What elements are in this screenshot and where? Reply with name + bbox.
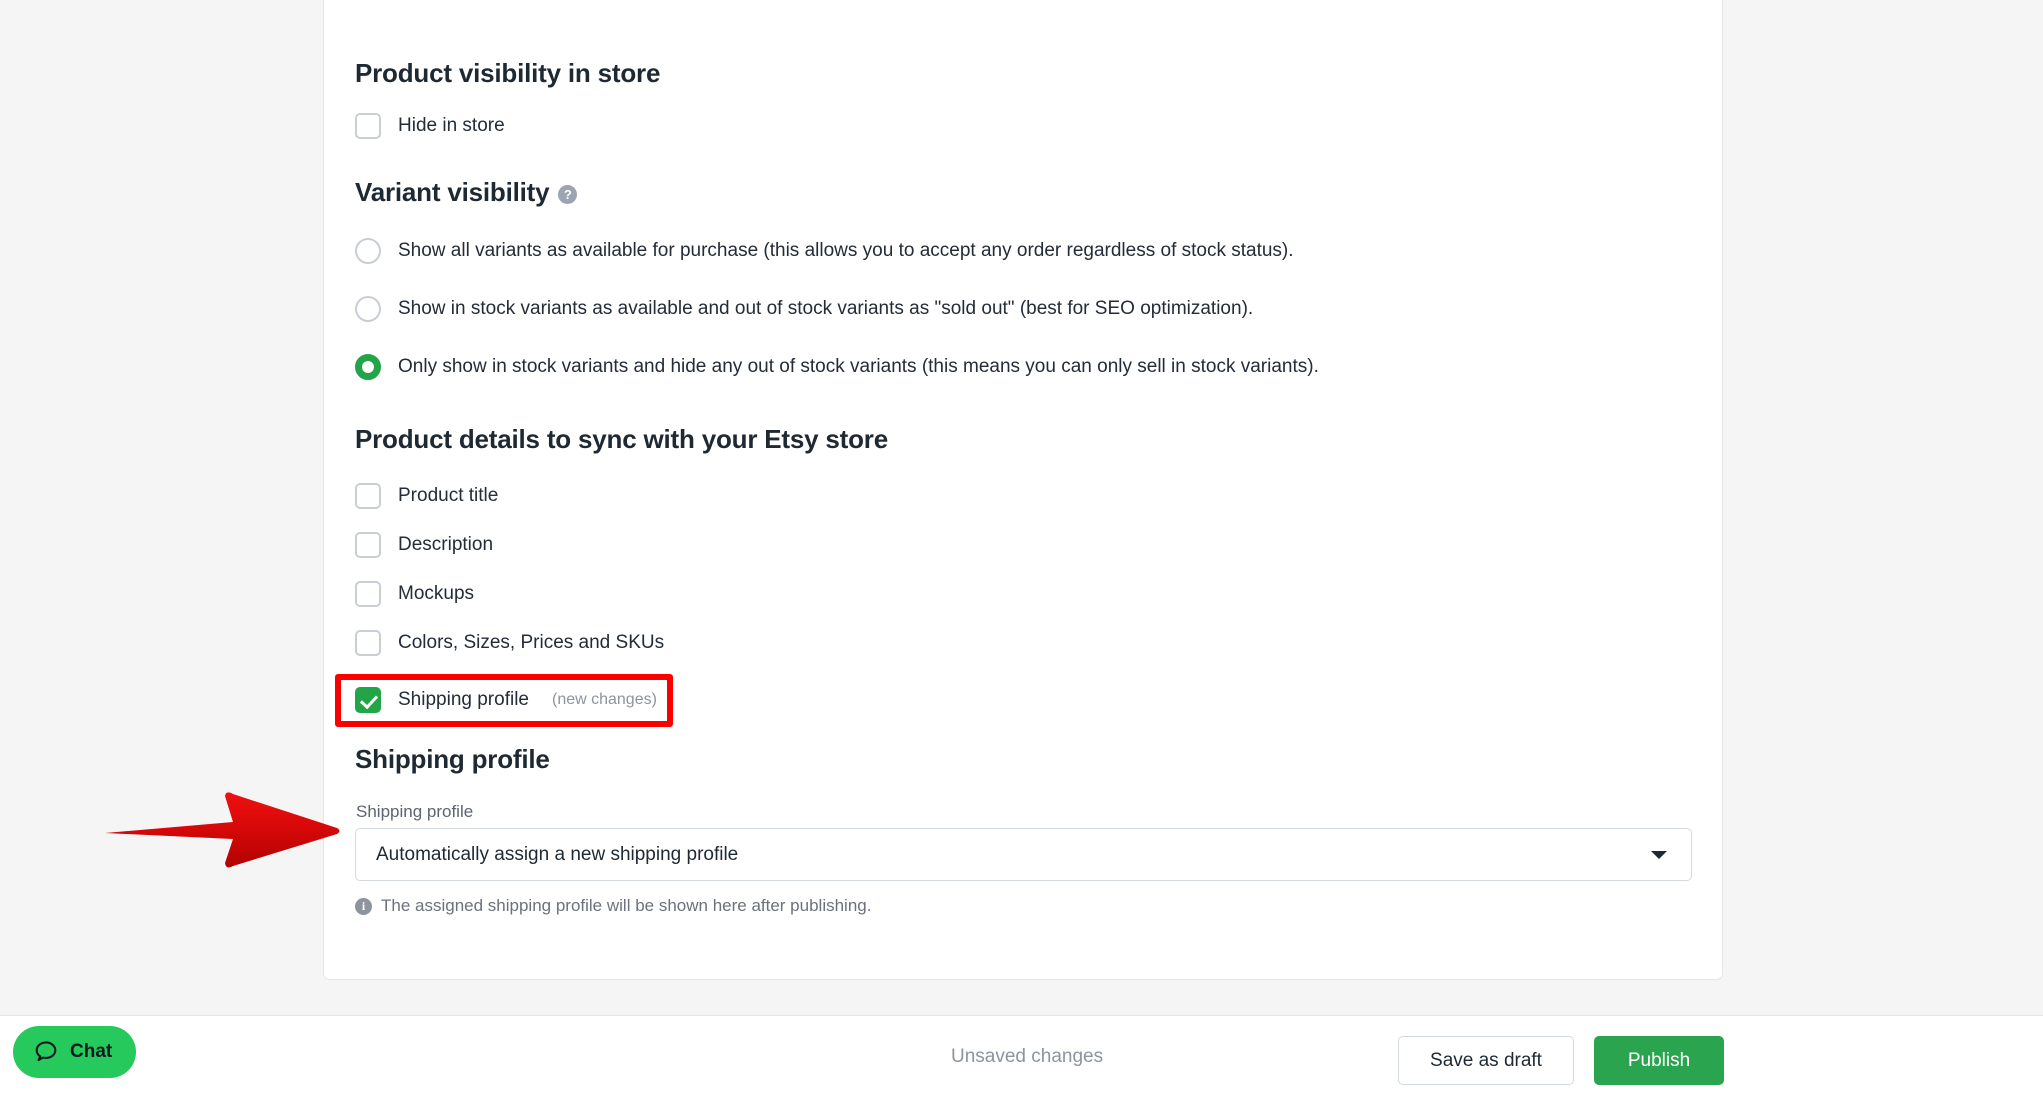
shipping-profile-select[interactable]: Automatically assign a new shipping prof… (355, 828, 1692, 881)
sync-details-heading: Product details to sync with your Etsy s… (355, 424, 888, 454)
variant-visibility-heading: Variant visibility (355, 177, 550, 207)
show-all-variants-radio[interactable] (355, 238, 381, 264)
chat-bubble-icon (35, 1041, 57, 1062)
mockups-label: Mockups (398, 583, 475, 604)
description-checkbox[interactable] (355, 532, 381, 558)
colors-sizes-prices-skus-label: Colors, Sizes, Prices and SKUs (398, 632, 665, 653)
info-icon: i (355, 897, 372, 915)
only-in-stock-radio[interactable] (355, 354, 381, 380)
hide-in-store-checkbox[interactable] (355, 113, 381, 139)
shipping-profile-field-label: Shipping profile (356, 802, 474, 821)
only-in-stock-label: Only show in stock variants and hide any… (398, 356, 1319, 377)
save-as-draft-button[interactable]: Save as draft (1398, 1036, 1574, 1085)
show-in-stock-sold-out-label: Show in stock variants as available and … (398, 298, 1254, 319)
checkbox-row-shipping-profile[interactable]: Shipping profile (new changes) (355, 687, 657, 713)
show-in-stock-sold-out-radio[interactable] (355, 296, 381, 322)
chat-widget-label: Chat (70, 1041, 113, 1062)
mockups-checkbox[interactable] (355, 581, 381, 607)
chevron-down-icon[interactable] (1651, 850, 1667, 859)
help-circle-icon[interactable]: ? (558, 185, 578, 204)
page-root: Product visibility in store Hide in stor… (0, 0, 2043, 1097)
product-visibility-heading: Product visibility in store (355, 58, 661, 88)
hide-in-store-label: Hide in store (398, 115, 505, 136)
publish-button[interactable]: Publish (1594, 1036, 1724, 1085)
chat-widget-button[interactable]: Chat (13, 1026, 137, 1078)
checkbox-row-product-title[interactable]: Product title (355, 483, 498, 509)
shipping-profile-selected-value: Automatically assign a new shipping prof… (376, 843, 739, 865)
radio-row-only-in-stock[interactable]: Only show in stock variants and hide any… (355, 354, 1319, 380)
checkbox-row-colors-sizes-prices-skus[interactable]: Colors, Sizes, Prices and SKUs (355, 630, 664, 656)
radio-row-show-in-stock-and-sold-out[interactable]: Show in stock variants as available and … (355, 296, 1253, 322)
shipping-profile-helper-row: i The assigned shipping profile will be … (355, 896, 871, 916)
radio-row-show-all-variants[interactable]: Show all variants as available for purch… (355, 238, 1294, 264)
show-all-variants-label: Show all variants as available for purch… (398, 240, 1294, 261)
shipping-profile-heading: Shipping profile (355, 744, 550, 774)
checkbox-row-description[interactable]: Description (355, 532, 493, 558)
product-title-checkbox[interactable] (355, 483, 381, 509)
shipping-profile-new-changes-note: (new changes) (551, 691, 657, 708)
content-area: Product visibility in store Hide in stor… (0, 0, 2043, 1015)
shipping-profile-sync-label: Shipping profile (398, 689, 529, 710)
shipping-profile-helper-text: The assigned shipping profile will be sh… (381, 896, 872, 915)
checkbox-row-mockups[interactable]: Mockups (355, 581, 474, 607)
colors-sizes-prices-skus-checkbox[interactable] (355, 630, 381, 656)
checkbox-row-hide-in-store[interactable]: Hide in store (355, 113, 505, 139)
description-label: Description (398, 534, 494, 555)
annotation-red-arrow (105, 792, 340, 868)
product-title-label: Product title (398, 485, 499, 506)
variant-visibility-heading-row: Variant visibility ? (355, 177, 578, 208)
bottom-action-bar: Unsaved changes Save as draft Publish (0, 1015, 2043, 1097)
unsaved-changes-status: Unsaved changes (951, 1046, 1104, 1067)
shipping-profile-checkbox[interactable] (355, 687, 381, 713)
